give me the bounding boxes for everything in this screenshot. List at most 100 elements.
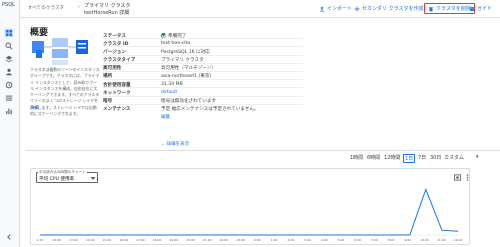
upload-icon [319,6,325,12]
property-value: asia-northeast1 (東京) [161,74,212,80]
learn-more-link[interactable]: 詳細 [30,105,39,111]
dropdown-caret-icon[interactable]: ▾ [476,154,479,160]
property-row: ネットワーク default [103,88,303,97]
backup-icon[interactable] [4,80,14,90]
chevron-down-icon [90,177,96,180]
delete-cluster-label: クラスタを削除 [436,6,471,12]
overview-description: クラスタは複数のゾーンのインスタンス グループです。クラスタには、プライマリ イ… [30,67,100,117]
property-key: ステータス [103,33,126,39]
x-tick-label: 10:00 [420,238,429,242]
x-tick-label: 1:15 [37,238,44,242]
x-tick-label: 1:00 [271,238,278,242]
property-row: クラスタタイプ プライマリ クラスタ [103,56,303,64]
property-row: 場所 asia-northeast1 (東京) [103,72,303,81]
x-tick-label: 7:00 [371,238,378,242]
guide-button[interactable]: ガイド [469,3,492,14]
property-key: 場所 [103,74,113,80]
x-tick-label: 9:00 [404,238,411,242]
range-custom[interactable]: カスタム [444,154,464,161]
x-tick-label: 15:00 [103,238,112,242]
page-header: すべてのクラスタ › プライマリ クラスタ testHorseRun 詳細 イン… [20,0,500,18]
x-tick-label: 14:00 [86,238,95,242]
range-1d[interactable]: 1日 [403,154,416,163]
x-tick-label: 18:00 [153,238,162,242]
property-value: 準備完了 [161,32,187,39]
x-tick-label: 12:00 [454,238,463,242]
metric-select-value: 平均 CPU 使用率 [39,177,75,182]
x-tick-label: 19:00 [169,238,178,242]
guide-label: ガイド [477,6,493,12]
side-rail: PSQL [0,0,20,247]
property-row: 合計使用容量 31.34 MB [103,80,303,89]
x-tick-label: 20:00 [186,238,195,242]
x-tick-label: 4:00 [321,238,328,242]
x-tick-label: 13:00 [69,238,78,242]
property-row: 暗号 暗号は無効化されています [103,97,303,105]
check-circle-icon [161,32,166,38]
dashboard-icon[interactable] [4,28,14,38]
edit-maintenance-link[interactable]: 編集 [161,114,170,120]
range-6h[interactable]: 6時間 [367,154,380,161]
page-title-line2: testHorseRun 詳細 [84,10,130,16]
property-row: メンテナンス 予定 幅広メンテナンスは予定されていません。 編集 [103,105,303,121]
import-button[interactable]: インポート [319,3,352,14]
x-tick-label: 8:00 [388,238,395,242]
property-key: 暗号 [103,99,113,104]
properties-table: ステータス 準備完了 クラスタ ID test-hoe-clta バージョン P… [103,31,303,121]
x-tick-label: 3:00 [304,238,311,242]
property-value: プライマリ クラスタ [161,58,204,64]
show-details-label: 詳細を表示 [166,142,190,147]
import-label: インポート [327,6,353,12]
range-7d[interactable]: 7日 [418,154,426,161]
image-export-icon[interactable] [454,174,461,181]
chart-icon[interactable] [4,106,14,116]
x-tick-label: 16:00 [119,238,128,242]
x-tick-label: 0:00 [254,238,261,242]
range-1h[interactable]: 1時間 [350,154,363,161]
more-vert-icon[interactable] [464,174,471,181]
page-title-line1: プライマリ クラスタ [84,3,131,9]
breadcrumb-separator: › [78,4,80,10]
collapse-icon[interactable] [4,232,14,242]
x-tick-label: 23:00 [236,238,245,242]
show-details-link[interactable]: ⌄ 詳細を表示 [161,141,189,147]
property-key: 合計使用容量 [103,82,131,88]
x-tick-label: 6:00 [354,238,361,242]
property-row: ステータス 準備完了 [103,31,303,40]
x-tick-label: 22:00 [220,238,229,242]
property-key: バージョン [103,49,126,55]
create-secondary-label: セカンダリ クラスタを作成 [362,6,424,12]
cpu-line-chart: 1:15 12:00 13:00 14:00 15:00 16:00 17:00 18:00 1… [37,187,463,242]
range-30d[interactable]: 30日 [430,154,441,161]
breadcrumb-parent[interactable]: すべてのクラスタ [28,5,64,11]
status-value: 準備完了 [168,33,187,39]
x-tick-label: 2:00 [287,238,294,242]
book-icon [470,6,474,11]
property-key: メンテナンス [103,107,131,113]
property-value: PostgreSQL 16 に対応 [161,49,210,55]
list-icon[interactable] [4,93,14,103]
delete-cluster-button[interactable]: クラスタを削除 [424,3,475,14]
property-row: 高可用性 高可用性（マルチゾーン） [103,64,303,72]
property-row: クラスタ ID test-hoe-clta [103,39,303,48]
search-icon[interactable] [4,41,14,51]
divider [25,150,500,151]
create-secondary-button[interactable]: セカンダリ クラスタを作成 [354,3,424,14]
property-key: クラスタタイプ [103,58,136,64]
rail-product-label: PSQL [2,2,15,8]
x-tick-label: 12:00 [52,238,61,242]
property-value: 予定 幅広メンテナンスは予定されていません。 [161,107,259,113]
property-key: 高可用性 [103,66,122,72]
property-value: 高可用性（マルチゾーン） [161,66,216,72]
network-link[interactable]: default [161,90,177,95]
x-tick-label: 5:00 [338,238,345,242]
add-icon [354,6,360,11]
users-icon[interactable] [4,67,14,77]
x-tick-label: 21:00 [203,238,212,242]
cpu-series-line [40,187,459,236]
x-tick-label: 17:00 [136,238,145,242]
cluster-illustration-icon [32,38,88,65]
range-12h[interactable]: 12時間 [384,154,400,161]
layers-icon[interactable] [4,54,14,64]
metric-select-label: 平均読み込み時間のチャート [38,170,87,175]
